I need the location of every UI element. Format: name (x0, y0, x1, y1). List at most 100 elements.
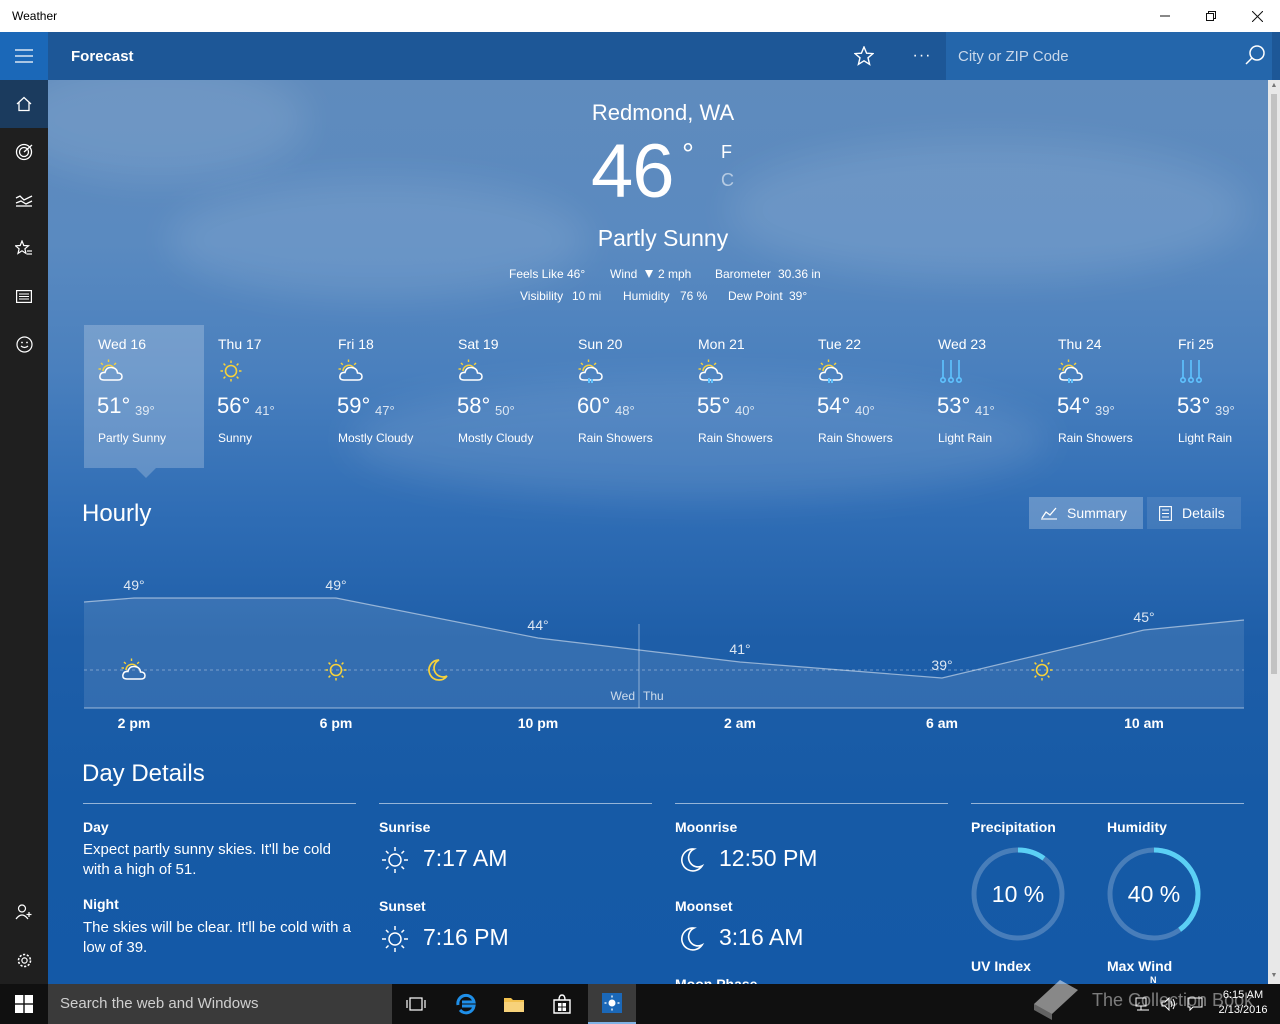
day-tile-9[interactable]: Thu 24 54° 39° Rain Showers (1044, 325, 1164, 468)
night-label: Night (83, 896, 119, 912)
light-rain-icon (1179, 360, 1202, 383)
file-explorer-button[interactable] (490, 984, 538, 1024)
moonset-icon (681, 927, 705, 951)
hamburger-icon (15, 49, 33, 63)
details-label: Details (1182, 505, 1225, 521)
current-temperature: 46 (591, 129, 675, 214)
hourly-time-label: 6 am (926, 715, 958, 731)
news-icon (16, 289, 32, 303)
day-high: 54° (1057, 393, 1091, 418)
moonrise-time: 12:50 PM (719, 845, 818, 871)
day-tile-7[interactable]: Tue 22 54° 40° Rain Showers (804, 325, 924, 468)
day-tile-2[interactable]: Thu 17 56° 41° Sunny (204, 325, 324, 468)
task-view-icon (406, 997, 426, 1011)
max-wind-label: Max Wind (1107, 958, 1173, 974)
nav-maps[interactable] (0, 128, 48, 176)
edge-icon (456, 993, 476, 1015)
taskbar: Search the web and Windows 6:15 AM 2/13/… (0, 984, 1280, 1024)
day-tile-5[interactable]: Sun 20 60° 48° Rain Showers (564, 325, 684, 468)
nav-historical[interactable] (0, 176, 48, 224)
day-low: 48° (615, 403, 635, 418)
weather-app-icon (602, 993, 622, 1013)
title-bar: Weather (0, 0, 1280, 32)
summary-button[interactable]: Summary (1029, 497, 1143, 529)
unit-fahrenheit[interactable]: F (721, 142, 732, 163)
nav-forecast[interactable] (0, 80, 48, 128)
watermark-book-icon (1034, 980, 1078, 1020)
scroll-down-icon[interactable]: ▼ (1268, 970, 1280, 982)
start-button[interactable] (0, 984, 48, 1024)
more-options-button[interactable]: ··· (906, 40, 938, 72)
taskbar-search-box[interactable]: Search the web and Windows (48, 984, 392, 1024)
moon-phase-label: Moon Phase (675, 976, 758, 984)
day-tile-1[interactable]: Wed 16 51° 39° Partly Sunny (84, 325, 204, 468)
humidity-detail-label: Humidity (1107, 819, 1167, 835)
window-title: Weather (12, 9, 58, 23)
scroll-thumb[interactable] (1271, 94, 1277, 674)
wind-value: 2 mph (658, 267, 692, 281)
nav-account[interactable] (0, 888, 48, 936)
moonrise-label: Moonrise (675, 819, 738, 835)
minimize-button[interactable] (1142, 0, 1188, 32)
close-button[interactable] (1234, 0, 1280, 32)
search-button[interactable] (1244, 44, 1268, 68)
scroll-up-icon[interactable]: ▲ (1268, 80, 1280, 92)
hourly-time-label: 2 pm (117, 715, 151, 731)
nav-feedback[interactable] (0, 320, 48, 368)
day-low: 40° (855, 403, 875, 418)
nav-settings[interactable] (0, 936, 48, 984)
nav-places[interactable] (0, 224, 48, 272)
day-low: 39° (1215, 403, 1235, 418)
hourly-time-label: 10 pm (517, 715, 559, 731)
day-name: Wed 23 (938, 336, 986, 352)
details-button[interactable]: Details (1147, 497, 1241, 529)
hamburger-menu-button[interactable] (0, 32, 48, 80)
humidity-label: Humidity (623, 289, 670, 303)
nav-news[interactable] (0, 272, 48, 320)
line-chart-icon (1041, 507, 1057, 520)
sunset-time: 7:16 PM (423, 924, 509, 950)
windows-logo-icon (15, 995, 33, 1013)
day-tile-8[interactable]: Wed 23 53° 41° Light Rain (924, 325, 1044, 468)
left-nav (0, 80, 48, 984)
details-moon-divider (675, 803, 948, 804)
restore-icon (1206, 11, 1216, 21)
current-condition: Partly Sunny (597, 225, 729, 251)
account-icon (15, 904, 32, 920)
details-gauges-divider (971, 803, 1244, 804)
page-title: Forecast (71, 48, 134, 65)
forecast-content: Redmond, WA 46 ° F C Partly Sunny Feels … (48, 80, 1268, 984)
minimize-icon (1160, 15, 1170, 17)
hourly-temp-label: 41° (729, 641, 750, 657)
store-button[interactable] (538, 984, 586, 1024)
day-condition: Rain Showers (578, 431, 653, 445)
favorite-button[interactable] (848, 40, 880, 72)
day-tile-4[interactable]: Sat 19 58° 50° Mostly Cloudy (444, 325, 564, 468)
search-box (946, 32, 1272, 80)
edge-taskbar-button[interactable] (442, 984, 490, 1024)
day-tile-6[interactable]: Mon 21 55° 40° Rain Showers (684, 325, 804, 468)
mostly-cloudy-icon (338, 359, 363, 381)
day-high: 60° (577, 393, 611, 418)
hourly-time-label: 2 am (724, 715, 756, 731)
restore-button[interactable] (1188, 0, 1234, 32)
day-condition: Partly Sunny (98, 431, 167, 445)
day-high: 53° (1177, 393, 1211, 418)
task-view-button[interactable] (392, 984, 440, 1024)
search-input[interactable] (946, 32, 1236, 80)
rain-showers-icon (818, 359, 843, 383)
sunny-icon (220, 360, 242, 382)
precipitation-label: Precipitation (971, 819, 1056, 835)
day-name: Wed 16 (98, 336, 146, 352)
content-scrollbar[interactable]: ▲ ▼ (1268, 80, 1280, 984)
barometer-value: 30.36 in (778, 267, 821, 281)
unit-celsius[interactable]: C (721, 170, 734, 191)
day-tile-3[interactable]: Fri 18 59° 47° Mostly Cloudy (324, 325, 444, 468)
star-icon (854, 46, 874, 66)
day-boundary-label: Thu (643, 689, 664, 703)
day-tile-10[interactable]: Fri 25 53° 39° Light Rain (1164, 325, 1268, 468)
weather-taskbar-button[interactable] (588, 984, 636, 1024)
close-icon (1251, 10, 1263, 22)
radar-icon (15, 143, 33, 161)
day-condition: Sunny (218, 431, 253, 445)
